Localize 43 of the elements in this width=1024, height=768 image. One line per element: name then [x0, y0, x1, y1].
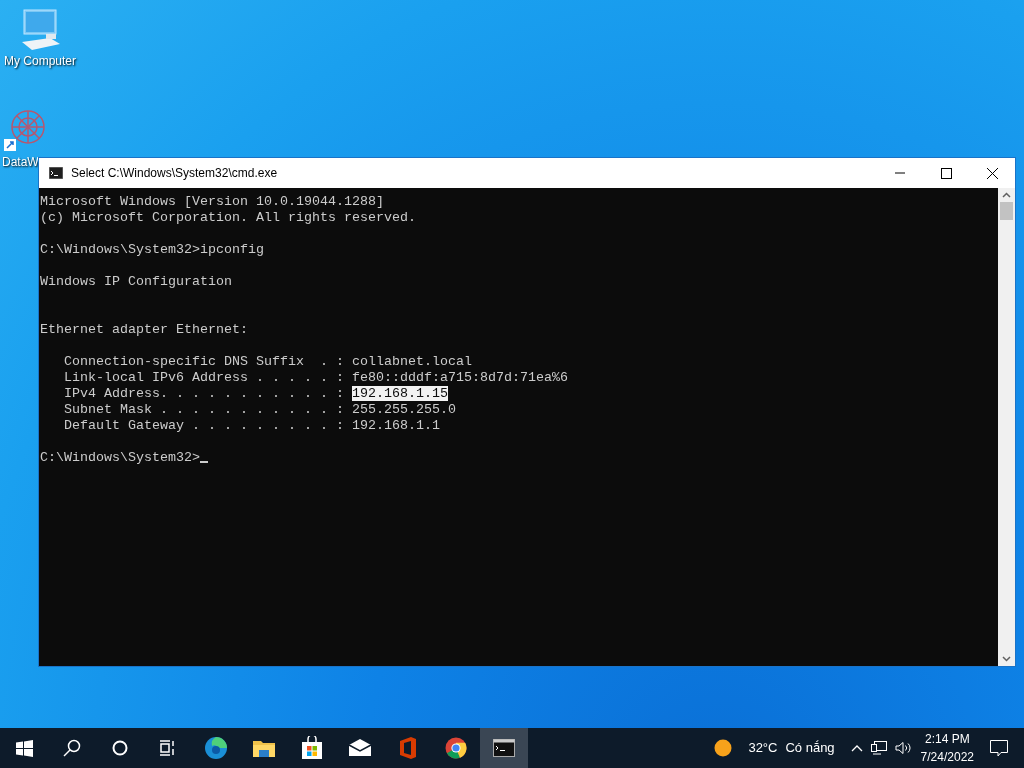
envelope-icon: [348, 739, 372, 757]
scroll-down-icon[interactable]: [1002, 656, 1011, 662]
console-line: Microsoft Windows [Version 10.0.19044.1288]: [40, 194, 385, 210]
console-line: Ethernet adapter Ethernet:: [40, 322, 249, 338]
search-icon: [63, 739, 81, 757]
command-prompt: C:\Windows\System32>: [40, 450, 200, 465]
selected-text: 192.168.1.15: [351, 386, 448, 401]
close-icon: [986, 167, 998, 179]
network-icon[interactable]: [870, 741, 887, 755]
browser-logo-icon: [445, 737, 467, 759]
icon-label: DataW: [2, 154, 39, 171]
window-title: Select C:\Windows\System32\cmd.exe: [71, 165, 278, 182]
weather-condition[interactable]: Có nắng: [785, 738, 835, 758]
maximize-icon: [940, 167, 952, 179]
scrollbar[interactable]: [998, 188, 1015, 666]
clock-date[interactable]: 7/24/2022: [920, 748, 974, 766]
scroll-up-icon[interactable]: [1002, 192, 1011, 198]
icon-label: My Computer: [4, 53, 76, 70]
clock-time[interactable]: 2:14 PM: [924, 730, 970, 748]
sun-icon[interactable]: [714, 739, 733, 757]
console-line: IPv4 Address. . . . . . . . . . . :: [63, 386, 345, 401]
temperature-text[interactable]: 32°C: [748, 738, 778, 758]
volume-icon[interactable]: [894, 741, 913, 755]
wave-logo-icon: [204, 736, 228, 760]
shopping-bag-icon: [301, 736, 323, 760]
console-line: Connection-specific DNS Suffix . : collabnet.local: [63, 354, 473, 370]
console-icon: [49, 167, 63, 179]
windows-logo-icon: [15, 739, 33, 757]
circle-icon: [112, 740, 128, 756]
document-logo-icon: [398, 737, 418, 759]
console-line: Subnet Mask . . . . . . . . . . . : 255.255.255.0: [63, 402, 457, 418]
task-view-icon: [159, 740, 177, 756]
console-line: Windows IP Configuration: [40, 274, 233, 290]
notification-icon[interactable]: [990, 739, 1008, 757]
console-line: C:\Windows\System32>ipconfig: [40, 242, 265, 258]
console-icon: [493, 739, 515, 757]
console-line: (c) Microsoft Corporation. All rights reserved.: [40, 210, 417, 226]
console-line: Link-local IPv6 Address . . . . . : fe80::dddf:a715:8d7d:71ea%6: [63, 370, 569, 386]
taskbar-app-button[interactable]: [480, 728, 528, 768]
console-line: Default Gateway . . . . . . . . . : 192.168.1.1: [63, 418, 441, 434]
scroll-thumb[interactable]: [1000, 202, 1013, 220]
folder-icon: [252, 738, 276, 758]
chevron-up-icon[interactable]: [850, 744, 863, 752]
